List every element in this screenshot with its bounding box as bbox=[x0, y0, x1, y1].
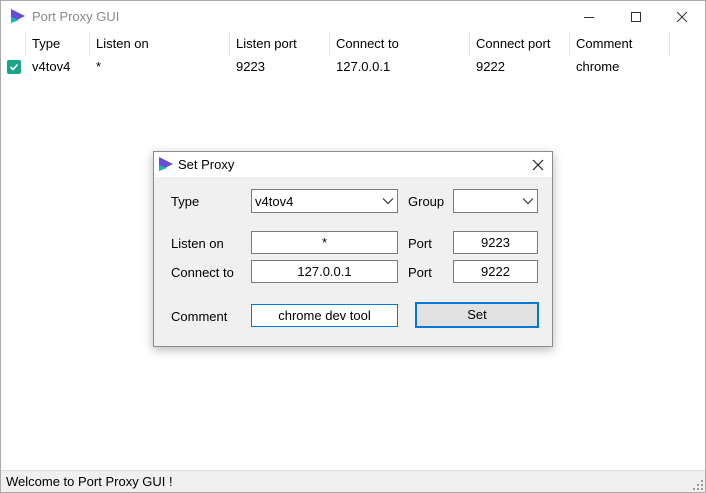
type-select[interactable]: v4tov4 bbox=[251, 189, 398, 213]
connect-port-label: Port bbox=[408, 265, 432, 280]
table-row[interactable]: v4tov4 * 9223 127.0.0.1 9222 chrome bbox=[1, 56, 705, 78]
chevron-down-icon bbox=[522, 198, 534, 205]
connect-port-field[interactable]: 9222 bbox=[453, 260, 538, 283]
cell-listen-port: 9223 bbox=[236, 59, 265, 74]
group-label: Group bbox=[408, 194, 445, 209]
dialog-title-bar: Set Proxy bbox=[154, 152, 552, 177]
cell-comment: chrome bbox=[576, 59, 620, 74]
close-icon bbox=[532, 159, 543, 170]
close-icon bbox=[676, 11, 688, 22]
type-select-value: v4tov4 bbox=[255, 194, 294, 209]
maximize-icon bbox=[631, 11, 641, 22]
cell-type: v4tov4 bbox=[32, 59, 71, 74]
column-header-listen-port[interactable]: Listen port bbox=[230, 32, 330, 56]
title-bar: Port Proxy GUI bbox=[1, 1, 705, 32]
chevron-down-icon bbox=[382, 198, 394, 205]
app-logo-icon bbox=[159, 157, 173, 171]
minimize-button[interactable] bbox=[566, 1, 612, 32]
set-button[interactable]: Set bbox=[415, 302, 539, 328]
row-checkbox[interactable] bbox=[7, 60, 21, 74]
list-header: Type Listen on Listen port Connect to Co… bbox=[1, 32, 705, 56]
window-title: Port Proxy GUI bbox=[32, 9, 120, 24]
checkbox-checked-icon bbox=[9, 63, 19, 71]
type-label: Type bbox=[171, 194, 200, 209]
dialog-close-button[interactable] bbox=[523, 152, 552, 177]
connect-to-label: Connect to bbox=[171, 265, 234, 280]
status-bar: Welcome to Port Proxy GUI ! bbox=[1, 470, 705, 492]
minimize-icon bbox=[584, 16, 594, 18]
listen-on-field[interactable]: * bbox=[251, 231, 398, 254]
listen-on-label: Listen on bbox=[171, 236, 224, 251]
connect-to-field[interactable]: 127.0.0.1 bbox=[251, 260, 398, 283]
column-header-comment[interactable]: Comment bbox=[570, 32, 670, 56]
column-header-connect-to[interactable]: Connect to bbox=[330, 32, 470, 56]
app-logo-icon bbox=[11, 9, 25, 23]
column-header-type[interactable]: Type bbox=[26, 32, 90, 56]
maximize-button[interactable] bbox=[613, 1, 659, 32]
cell-connect-to: 127.0.0.1 bbox=[336, 59, 391, 74]
comment-field[interactable]: chrome dev tool bbox=[251, 304, 398, 327]
column-header-listen-on[interactable]: Listen on bbox=[90, 32, 230, 56]
listen-port-label: Port bbox=[408, 236, 432, 251]
cell-listen-on: * bbox=[96, 59, 102, 74]
group-select[interactable] bbox=[453, 189, 538, 213]
column-header-connect-port[interactable]: Connect port bbox=[470, 32, 570, 56]
listen-port-field[interactable]: 9223 bbox=[453, 231, 538, 254]
resize-grip-icon[interactable] bbox=[693, 480, 703, 490]
set-proxy-dialog: Set Proxy Type v4tov4 Group Listen on * … bbox=[153, 151, 553, 347]
cell-connect-port: 9222 bbox=[476, 59, 505, 74]
column-header-check[interactable] bbox=[1, 32, 26, 56]
comment-label: Comment bbox=[171, 309, 228, 324]
status-text: Welcome to Port Proxy GUI ! bbox=[6, 474, 173, 489]
dialog-title: Set Proxy bbox=[178, 157, 235, 172]
close-button[interactable] bbox=[659, 1, 705, 32]
